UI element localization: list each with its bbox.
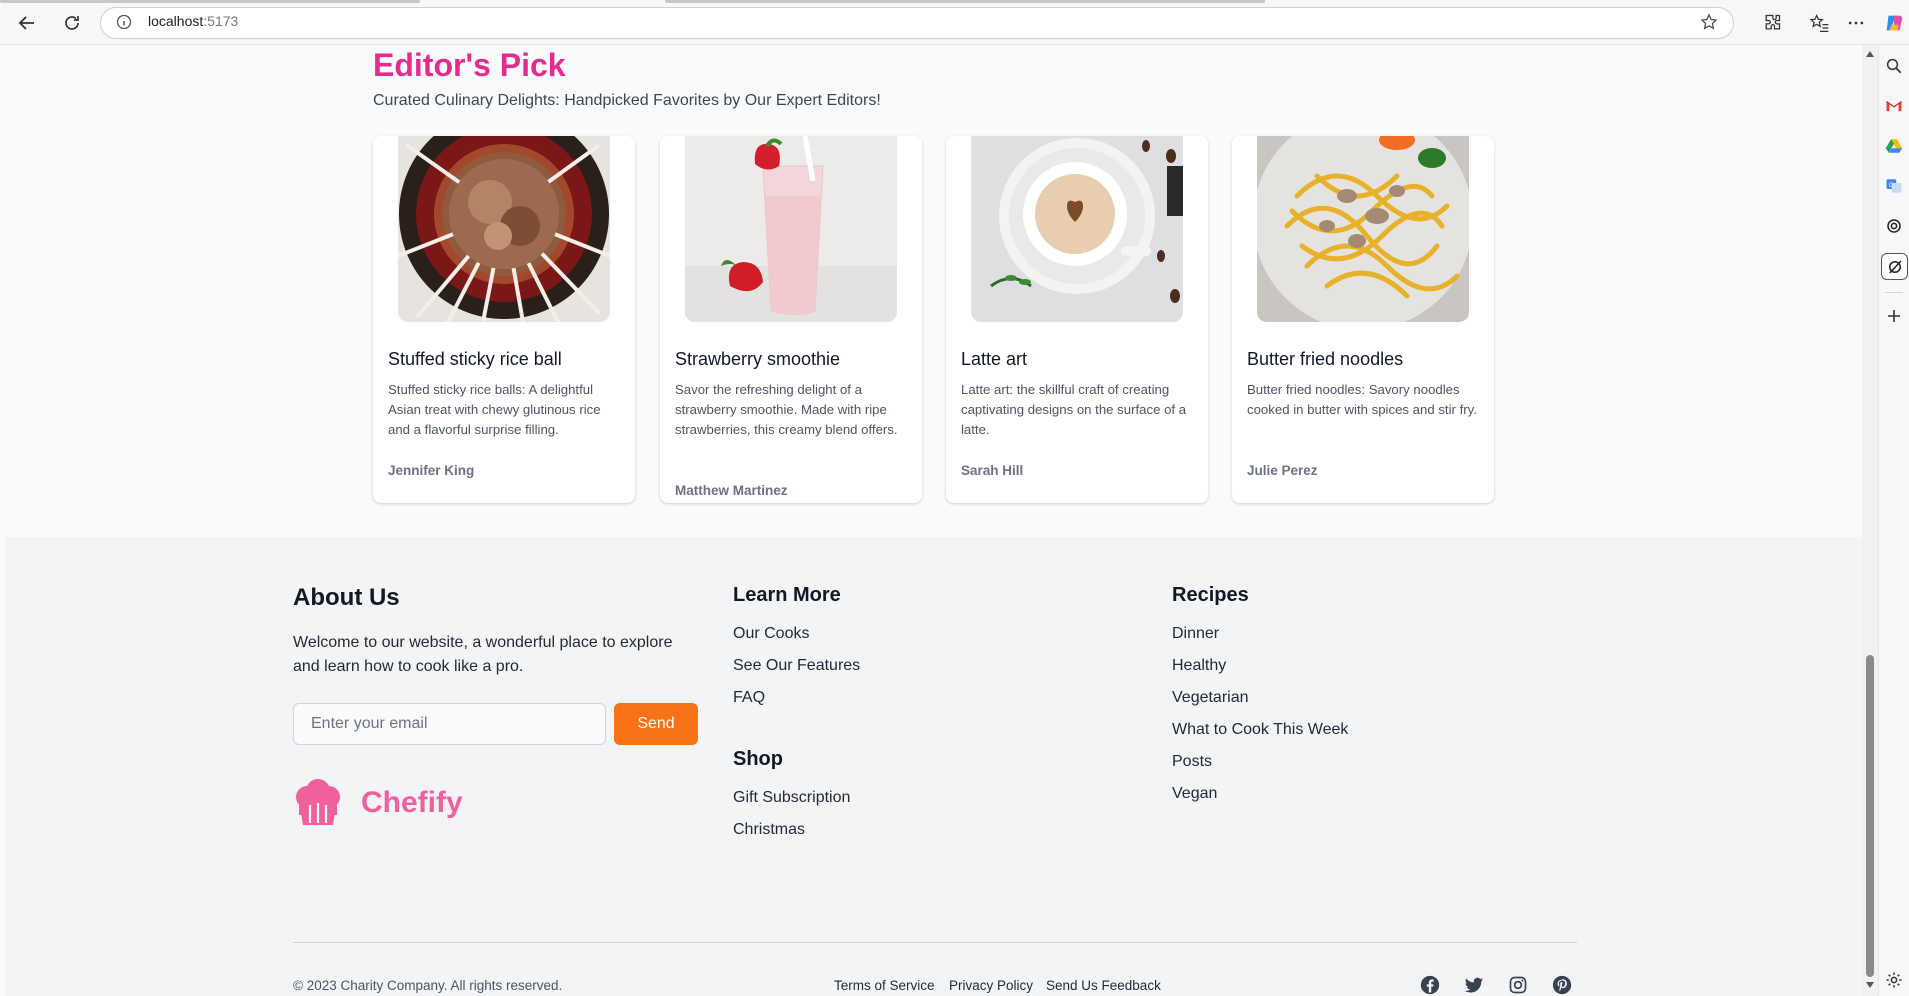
recipe-title[interactable]: Strawberry smoothie <box>675 349 840 370</box>
footer-link-faq[interactable]: FAQ <box>733 689 765 707</box>
recipe-card[interactable]: Butter fried noodles Butter fried noodle… <box>1232 136 1494 503</box>
section-title: Editor's Pick <box>373 47 566 83</box>
brand-name[interactable]: Chefify <box>361 786 463 820</box>
recipe-image-butter-noodles[interactable] <box>1257 136 1469 322</box>
recipe-title[interactable]: Stuffed sticky rice ball <box>388 349 562 370</box>
page-scrollbar-thumb[interactable] <box>1866 655 1874 977</box>
add-icon[interactable] <box>1883 305 1905 327</box>
footer-link-vegetarian[interactable]: Vegetarian <box>1172 689 1249 707</box>
footer-link-features[interactable]: See Our Features <box>733 657 860 675</box>
recipe-author: Sarah Hill <box>961 463 1024 478</box>
recipes-title: Recipes <box>1172 584 1249 606</box>
browser-toolbar: localhost:5173 <box>0 0 1909 45</box>
back-button[interactable] <box>10 10 44 36</box>
recipe-description: Latte art: the skillful craft of creatin… <box>961 382 1187 437</box>
favorite-star-icon[interactable] <box>1700 13 1718 31</box>
footer-link-dinner[interactable]: Dinner <box>1172 625 1219 643</box>
recipe-image-latte-art[interactable] <box>971 136 1183 322</box>
extensions-button[interactable] <box>1760 12 1784 34</box>
recipe-title[interactable]: Latte art <box>961 349 1027 370</box>
terms-link[interactable]: Terms of Service <box>834 978 935 993</box>
sidebar-divider <box>1885 292 1903 293</box>
recipe-card[interactable]: Latte art Latte art: the skillful craft … <box>946 136 1208 503</box>
about-text: Welcome to our website, a wonderful plac… <box>293 634 673 675</box>
site-footer: About Us Welcome to our website, a wonde… <box>5 537 1862 996</box>
copilot-button[interactable] <box>1882 12 1906 34</box>
address-bar[interactable] <box>100 7 1734 39</box>
facebook-icon[interactable] <box>1419 974 1441 996</box>
editors-pick-section: Editor's Pick Curated Culinary Delights:… <box>0 45 1862 537</box>
google-drive-icon[interactable] <box>1883 135 1905 157</box>
feedback-link[interactable]: Send Us Feedback <box>1046 978 1161 993</box>
svg-text:G: G <box>1889 182 1894 189</box>
gmail-icon[interactable] <box>1883 95 1905 117</box>
learn-more-title: Learn More <box>733 584 841 606</box>
about-title: About Us <box>293 584 400 611</box>
copilot-icon <box>1886 15 1903 31</box>
footer-link-healthy[interactable]: Healthy <box>1172 657 1226 675</box>
recipe-description: Stuffed sticky rice balls: A delightful … <box>388 382 601 437</box>
recipe-card[interactable]: Stuffed sticky rice ball Stuffed sticky … <box>373 136 635 503</box>
reload-icon <box>65 16 79 30</box>
favorites-button[interactable] <box>1808 12 1832 34</box>
section-subtitle: Curated Culinary Delights: Handpicked Fa… <box>373 92 881 109</box>
instagram-icon[interactable] <box>1507 974 1529 996</box>
chef-hat-logo-icon[interactable] <box>293 779 343 827</box>
reload-button[interactable] <box>55 10 89 36</box>
recipe-image-rice-ball[interactable] <box>398 136 610 322</box>
pinterest-icon[interactable] <box>1551 974 1573 996</box>
back-arrow-icon <box>18 16 34 30</box>
recipe-description: Savor the refreshing delight of a strawb… <box>675 382 898 437</box>
send-button[interactable]: Send <box>614 703 698 745</box>
recipe-image-strawberry-smoothie[interactable] <box>685 136 897 322</box>
puzzle-icon <box>1765 14 1781 30</box>
browser-sidebar: G <box>1878 45 1909 996</box>
recipe-description: Butter fried noodles: Savory noodles coo… <box>1247 382 1477 417</box>
shop-title: Shop <box>733 748 783 770</box>
footer-link-christmas[interactable]: Christmas <box>733 821 805 839</box>
copyright-text: © 2023 Charity Company. All rights reser… <box>293 978 563 993</box>
page-viewport: Editor's Pick Curated Culinary Delights:… <box>0 45 1862 996</box>
settings-gear-icon[interactable] <box>1883 969 1905 991</box>
openai-icon[interactable] <box>1883 215 1905 237</box>
recipe-author: Jennifer King <box>388 463 475 478</box>
recipe-card[interactable]: Strawberry smoothie Savor the refreshing… <box>660 136 922 503</box>
favorites-list-icon <box>1810 13 1829 32</box>
url-text[interactable]: localhost:5173 <box>148 13 238 29</box>
privacy-link[interactable]: Privacy Policy <box>949 978 1033 993</box>
newsletter-email-input[interactable] <box>293 703 606 745</box>
tab-indicator <box>0 0 420 3</box>
footer-divider <box>293 942 1577 943</box>
footer-link-posts[interactable]: Posts <box>1172 753 1212 771</box>
footer-link-what-to-cook[interactable]: What to Cook This Week <box>1172 721 1348 739</box>
scroll-up-arrow-icon[interactable] <box>1865 50 1875 58</box>
search-icon[interactable] <box>1883 55 1905 77</box>
recipe-author: Matthew Martinez <box>675 483 788 498</box>
more-menu-button[interactable] <box>1844 12 1868 34</box>
tab-strip <box>0 0 1909 3</box>
tab-indicator <box>665 0 1265 3</box>
recipe-author: Julie Perez <box>1247 463 1318 478</box>
more-dots-icon <box>1848 21 1864 25</box>
site-info-icon[interactable] <box>116 14 132 30</box>
translate-icon[interactable]: G <box>1883 175 1905 197</box>
footer-link-our-cooks[interactable]: Our Cooks <box>733 625 809 643</box>
scroll-down-arrow-icon[interactable] <box>1865 981 1875 989</box>
footer-link-vegan[interactable]: Vegan <box>1172 785 1217 803</box>
active-extension-icon[interactable] <box>1881 253 1908 280</box>
twitter-icon[interactable] <box>1463 974 1485 996</box>
recipe-title[interactable]: Butter fried noodles <box>1247 349 1403 370</box>
footer-link-gift-subscription[interactable]: Gift Subscription <box>733 789 850 807</box>
